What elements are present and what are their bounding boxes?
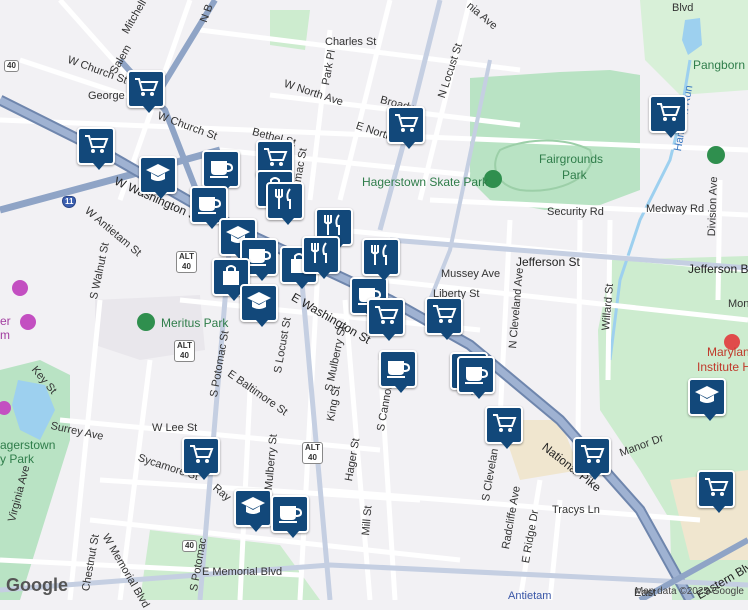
- street-blvd-top: Blvd: [672, 2, 694, 14]
- pangborn-label[interactable]: Pangborn: [693, 58, 745, 72]
- cafe-icon: [196, 192, 222, 219]
- map-pin-grocery[interactable]: [77, 127, 115, 170]
- fairgrounds-park-label[interactable]: Park: [562, 168, 587, 182]
- maryland-label-1[interactable]: Marylan: [707, 345, 748, 359]
- map-pin-restaurant[interactable]: [362, 238, 400, 281]
- restaurant-icon: [368, 243, 394, 271]
- fairgrounds-label[interactable]: Fairgrounds: [539, 152, 603, 166]
- map-pin-cafe[interactable]: [271, 495, 309, 538]
- map-pin-grocery[interactable]: [485, 406, 523, 449]
- map-pin-grocery[interactable]: [649, 95, 687, 138]
- alt40-b-num: 40: [180, 351, 189, 360]
- map-pin-grocery[interactable]: [697, 470, 735, 513]
- map-pin-school[interactable]: [139, 156, 177, 199]
- alt40-a-num: 40: [182, 262, 191, 271]
- street-security: Security Rd: [547, 206, 604, 218]
- map-pin-grocery[interactable]: [573, 437, 611, 480]
- restaurant-icon: [308, 241, 334, 269]
- map-pin-grocery[interactable]: [182, 437, 220, 480]
- map-pin-restaurant[interactable]: [302, 236, 340, 279]
- street-mussey: Mussey Ave: [441, 268, 501, 280]
- grocery-icon: [188, 443, 214, 470]
- street-w-lee: W Lee St: [152, 422, 198, 434]
- map-pin-school[interactable]: [688, 378, 726, 421]
- map-pin-cafe[interactable]: [202, 150, 240, 193]
- street-antietam-bottom: Antietam: [508, 590, 552, 602]
- map-pin-restaurant[interactable]: [266, 182, 304, 225]
- grocery-icon: [655, 101, 681, 128]
- street-charles: Charles St: [325, 36, 377, 48]
- alt40-c-num: 40: [308, 453, 317, 462]
- map-pin-cafe[interactable]: [379, 350, 417, 393]
- left-poi-label-1[interactable]: er: [0, 314, 11, 328]
- alt40-shield-b: ALT 40: [174, 340, 195, 362]
- street-mon: Mon: [728, 298, 748, 310]
- school-icon: [145, 162, 171, 189]
- us40-shield-top: 40: [4, 60, 19, 72]
- us40-shield-bottom: 40: [182, 540, 197, 552]
- street-medway: Medway Rd: [646, 203, 705, 215]
- map-pin-grocery[interactable]: [127, 70, 165, 113]
- school-icon: [694, 384, 720, 411]
- grocery-icon: [393, 112, 419, 139]
- left-poi-label-2[interactable]: m: [0, 328, 10, 342]
- school-icon: [246, 290, 272, 317]
- grocery-icon: [491, 412, 517, 439]
- alt40-shield-c: ALT 40: [302, 442, 323, 464]
- grocery-icon: [579, 443, 605, 470]
- map-attribution[interactable]: Map data ©2025 Google: [635, 586, 744, 597]
- street-tracys: Tracys Ln: [552, 504, 600, 516]
- grocery-icon: [83, 133, 109, 160]
- map-pin-cafe[interactable]: [457, 356, 495, 399]
- division-poi-icon[interactable]: [707, 146, 725, 164]
- meritus-park-icon[interactable]: [137, 313, 155, 331]
- cafe-icon: [208, 156, 234, 183]
- grocery-icon: [373, 304, 399, 331]
- cafe-icon: [277, 501, 303, 528]
- alt40-b-top: ALT: [177, 341, 192, 350]
- grocery-icon: [262, 146, 288, 173]
- restaurant-icon: [272, 187, 298, 215]
- map-pin-grocery[interactable]: [387, 106, 425, 149]
- meritus-park-label[interactable]: Meritus Park: [161, 316, 228, 330]
- cafe-icon: [463, 362, 489, 389]
- street-jefferson: Jefferson St: [516, 255, 580, 269]
- school-icon: [240, 495, 266, 522]
- alt40-shield-a: ALT 40: [176, 251, 197, 273]
- street-division: Division Ave: [706, 176, 721, 237]
- grocery-icon: [133, 76, 159, 103]
- map-pin-grocery[interactable]: [425, 297, 463, 340]
- hagerstown-park-label-2[interactable]: y Park: [0, 452, 34, 466]
- maryland-label-2[interactable]: Institute Ha: [697, 360, 748, 374]
- skate-park-label[interactable]: Hagerstown Skate Park: [362, 175, 488, 189]
- hagerstown-park-label-1[interactable]: agerstown: [0, 438, 55, 452]
- left-poi-icon[interactable]: [12, 280, 28, 296]
- map-pin-school[interactable]: [234, 489, 272, 532]
- map-pin-grocery[interactable]: [367, 298, 405, 341]
- alt40-a-top: ALT: [179, 252, 194, 261]
- street-e-memorial: E Memorial Blvd: [202, 566, 283, 578]
- grocery-icon: [703, 476, 729, 503]
- grocery-icon: [431, 303, 457, 330]
- alt40-c-top: ALT: [305, 443, 320, 452]
- street-jefferson-blvd: Jefferson Blvd: [688, 262, 748, 276]
- map-pin-school[interactable]: [240, 284, 278, 327]
- left-poi-icon-2[interactable]: [20, 314, 36, 330]
- google-logo[interactable]: Google: [6, 575, 68, 596]
- cafe-icon: [385, 356, 411, 383]
